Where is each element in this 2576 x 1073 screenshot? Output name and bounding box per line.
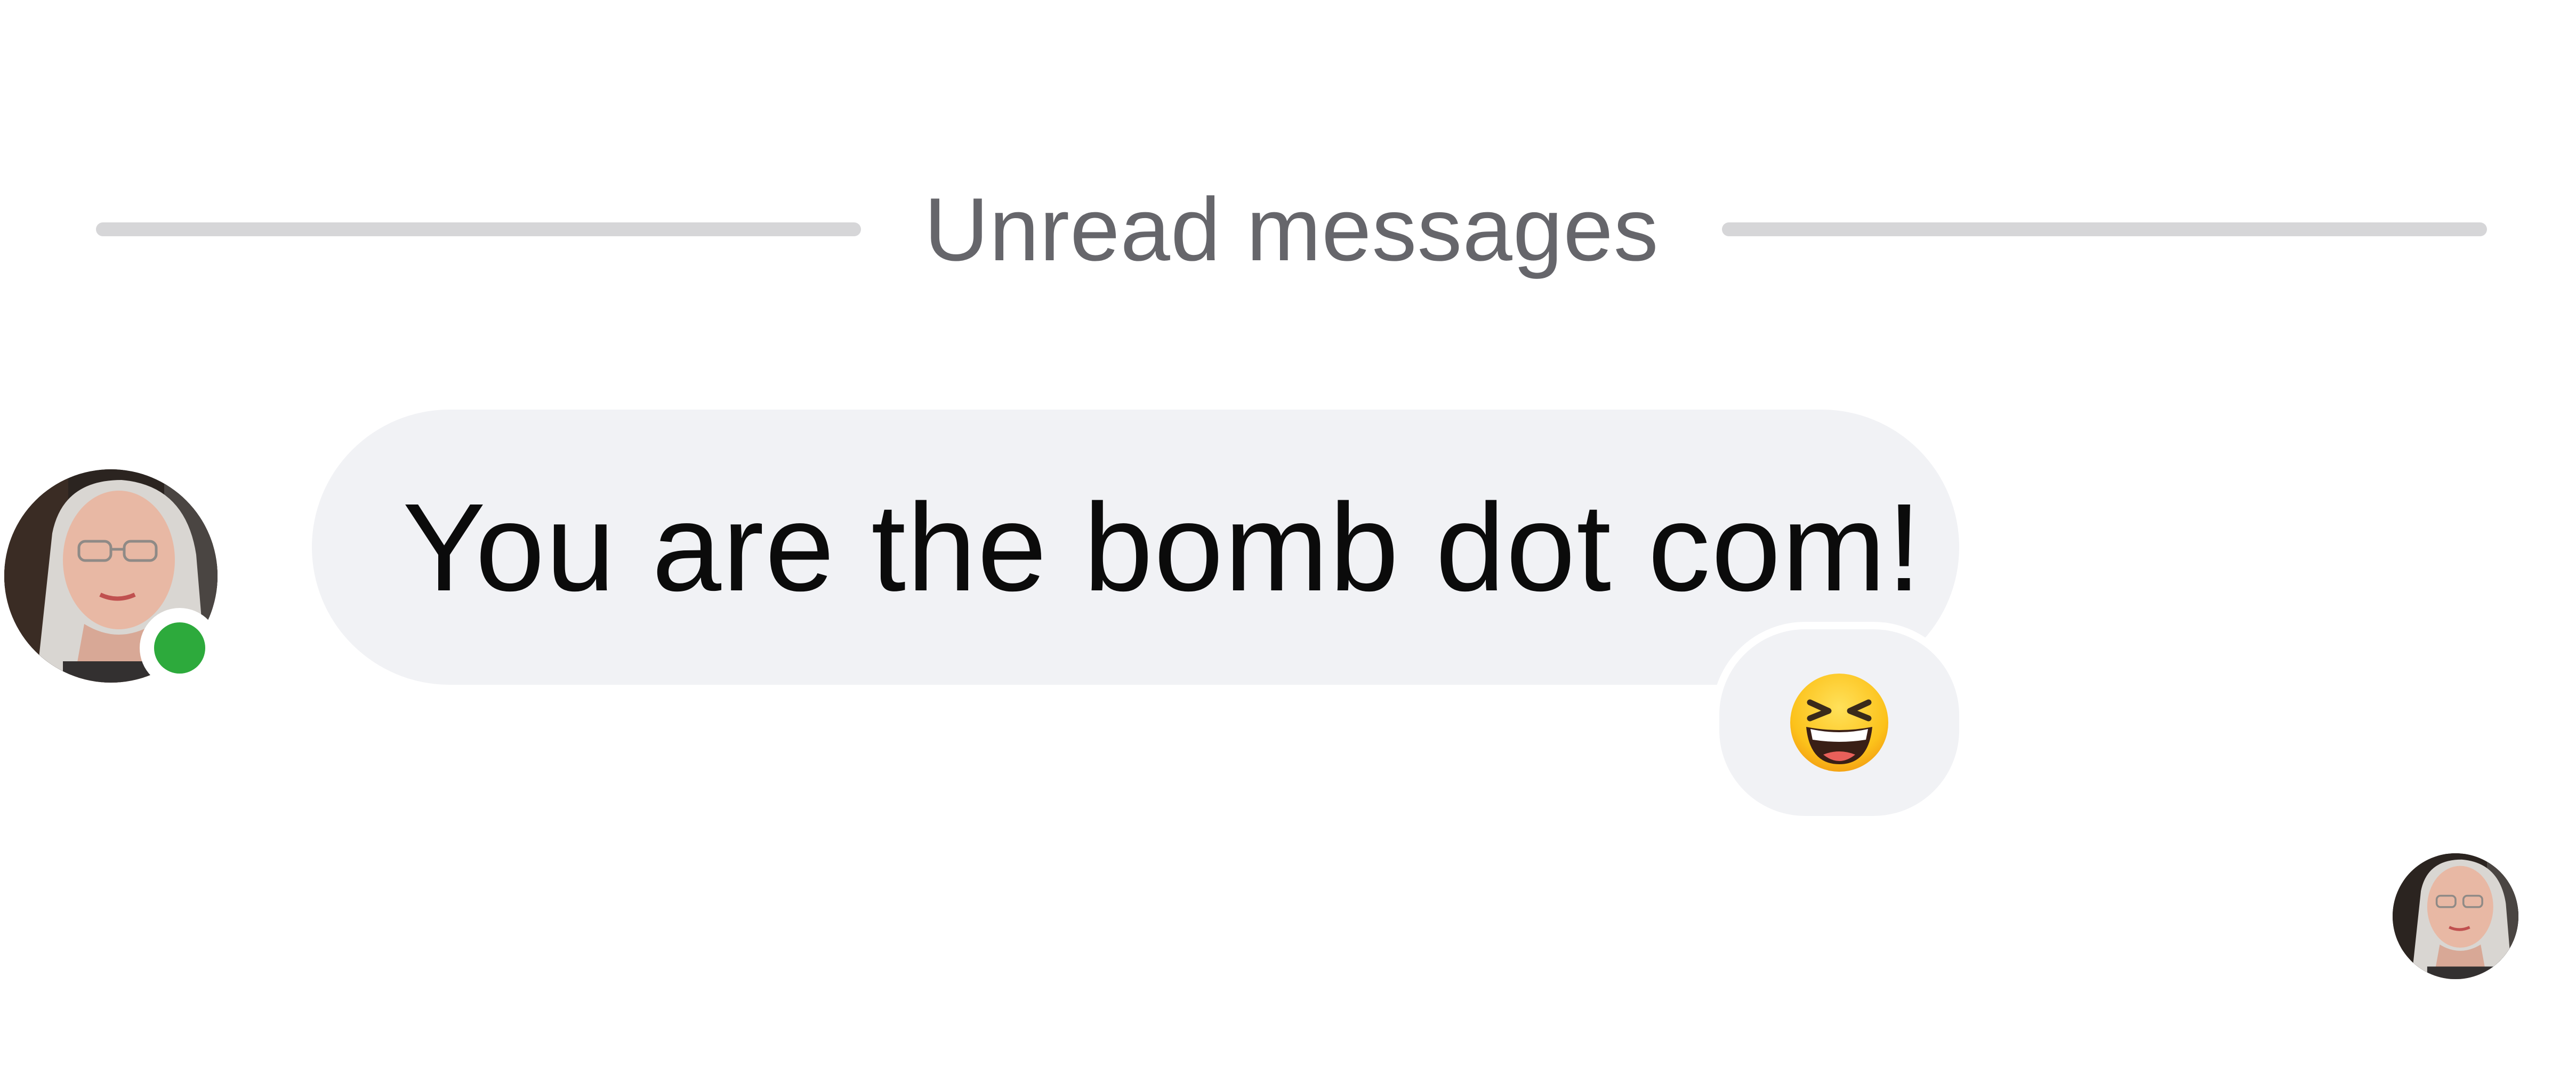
chat-thread: Unread messages You are the bomb dot com… — [0, 0, 2576, 1073]
divider-line-right — [1721, 222, 2488, 236]
message-reaction[interactable] — [1712, 622, 1967, 823]
grinning-squinting-face-icon — [1790, 674, 1888, 772]
unread-messages-label: Unread messages — [924, 179, 1659, 279]
message-text: You are the bomb dot com! — [402, 477, 1923, 617]
divider-line-left — [96, 222, 862, 236]
message-bubble[interactable]: You are the bomb dot com! — [312, 410, 1959, 685]
read-receipt-avatar — [2393, 853, 2518, 979]
unread-messages-divider: Unread messages — [96, 171, 2488, 288]
online-status-icon — [140, 608, 220, 688]
